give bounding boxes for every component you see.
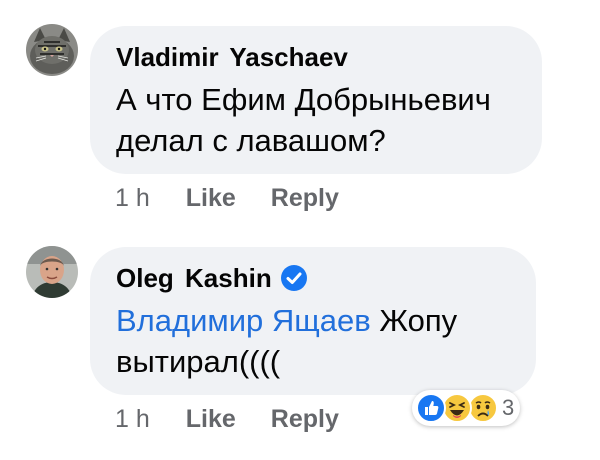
comment-author[interactable]: Vladimir Yaschaev (116, 42, 516, 72)
comment-text: Владимир Ящаев Жопу вытирал(((( (116, 300, 510, 382)
comment-time[interactable]: 1 h (115, 405, 150, 434)
like-button[interactable]: Like (186, 405, 236, 434)
comment-text: А что Ефим Добрыньевич делал с лавашом? (116, 82, 491, 158)
comment-actions: 1 h Like Reply (115, 404, 339, 434)
comment-bubble: Oleg Kashin Владимир Ящаев Жопу вытирал(… (90, 247, 536, 395)
comment-actions: 1 h Like Reply (115, 183, 339, 213)
author-name[interactable]: Oleg Kashin (116, 263, 272, 293)
haha-icon (442, 393, 472, 423)
reply-button[interactable]: Reply (271, 405, 339, 434)
comment-time[interactable]: 1 h (115, 184, 150, 213)
avatar-oleg[interactable] (26, 246, 78, 298)
mention-link[interactable]: Владимир Ящаев (116, 303, 371, 338)
avatar-vladimir[interactable] (26, 24, 78, 76)
reaction-count: 3 (502, 395, 515, 420)
reply-button[interactable]: Reply (271, 184, 339, 213)
like-button[interactable]: Like (186, 184, 236, 213)
reactions-summary[interactable]: 3 (412, 390, 521, 426)
verified-badge-icon (280, 264, 308, 292)
sad-icon (468, 393, 498, 423)
like-icon (416, 393, 446, 423)
comment-bubble: Vladimir Yaschaev А что Ефим Добрыньевич… (90, 26, 542, 174)
comment-author[interactable]: Oleg Kashin (116, 263, 510, 293)
author-name[interactable]: Vladimir Yaschaev (116, 42, 348, 72)
